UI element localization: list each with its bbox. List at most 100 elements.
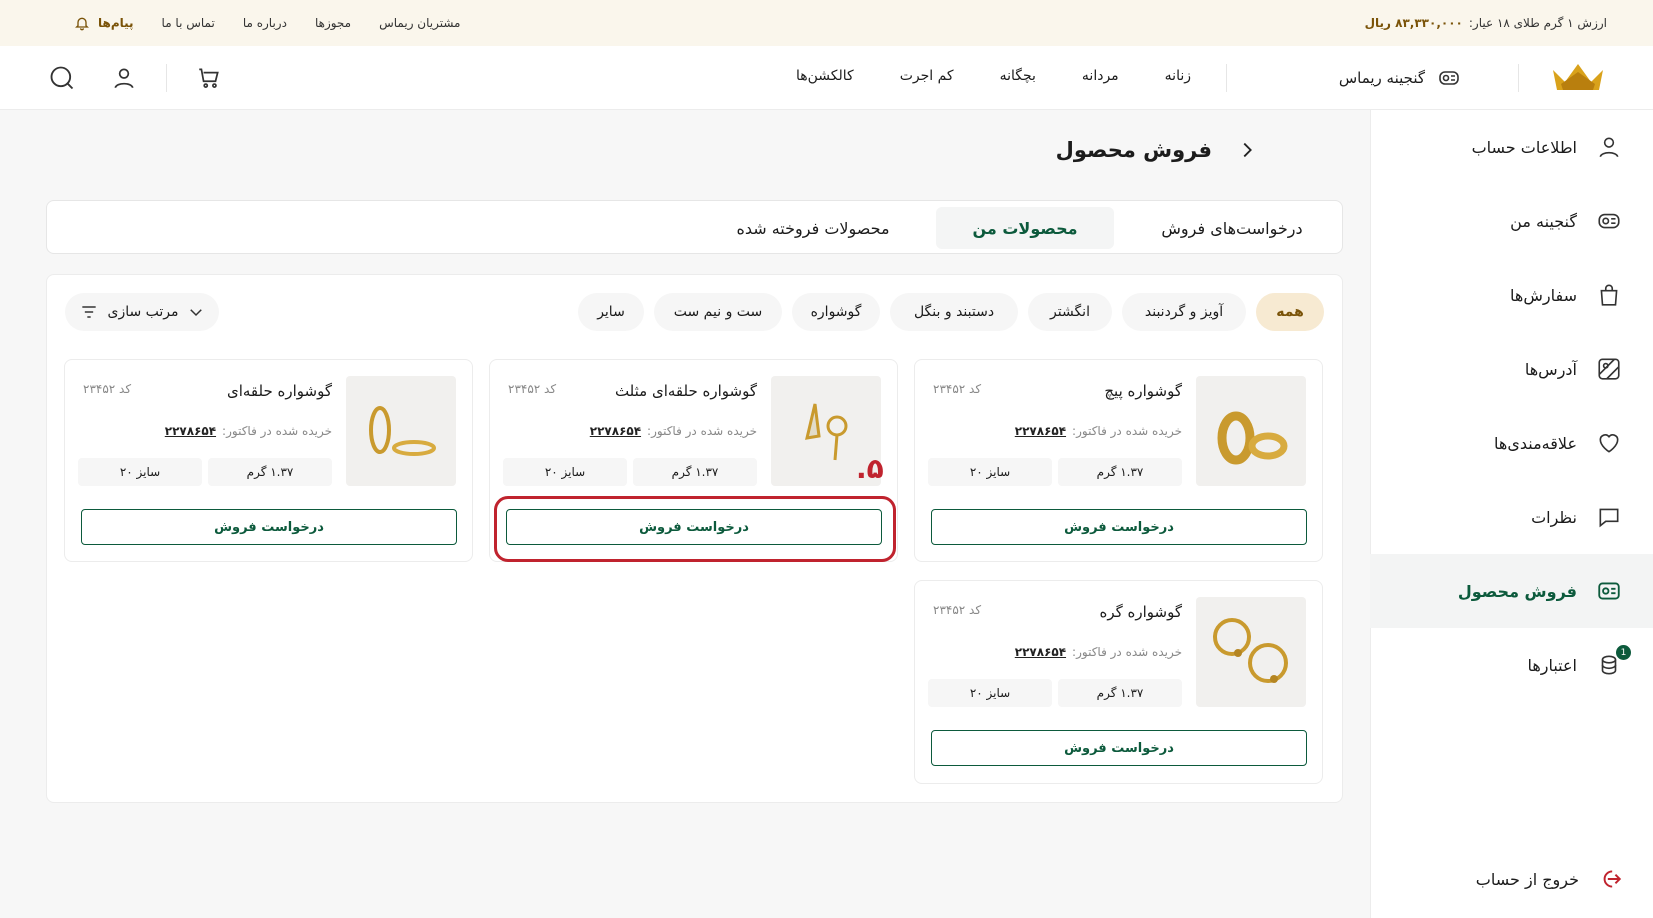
filter-chip-pendants[interactable]: آویز و گردنبند: [1122, 293, 1246, 331]
sidebar-item-my-treasure[interactable]: گنجینه من: [1370, 184, 1653, 258]
chevron-down-icon: [190, 309, 202, 317]
crown-logo[interactable]: [1551, 62, 1605, 96]
sale-request-button[interactable]: درخواست فروش: [931, 509, 1307, 545]
header-divider: [1226, 64, 1227, 92]
sidebar-item-label: فروش محصول: [1457, 581, 1577, 601]
sidebar-item-comments[interactable]: نظرات: [1370, 480, 1653, 554]
tab-sold-products[interactable]: محصولات فروخته شده: [714, 207, 912, 249]
tab-sale-requests[interactable]: درخواست‌های فروش: [1140, 207, 1324, 249]
size-pill: سایز ۲۰: [928, 458, 1052, 486]
sidebar-item-orders[interactable]: سفارش‌ها: [1370, 258, 1653, 332]
crown-logo-icon: [1553, 64, 1603, 90]
search-button[interactable]: [46, 62, 78, 94]
invoice-label: خریده شده در فاکتور:: [1072, 424, 1182, 438]
top-links: مشتریان ریماس مجوزها درباره ما تماس با م…: [46, 15, 460, 31]
filter-chip-sets[interactable]: ست و نیم ست: [654, 293, 782, 331]
nav-women[interactable]: زنانه: [1165, 68, 1191, 84]
earring-image-icon: [369, 406, 436, 456]
invoice-label: خریده شده در فاکتور:: [1072, 645, 1182, 659]
sort-dropdown[interactable]: مرتب سازی: [65, 293, 219, 331]
sidebar-item-credits[interactable]: 1 اعتبارها: [1370, 628, 1653, 702]
product-name: گوشواره حلقه‌ای: [226, 382, 332, 400]
heart-icon: [1595, 429, 1623, 457]
gold-price: ارزش ۱ گرم طلای ۱۸ عیار: ۸۳,۳۳۰,۰۰۰ ریال: [1365, 16, 1607, 30]
product-code: کد ۲۳۴۵۲: [83, 382, 132, 396]
sort-label: مرتب سازی: [107, 304, 179, 320]
account-sidebar: اطلاعات حساب گنجینه من سفارش‌ها آدرس‌ها …: [1370, 110, 1653, 918]
invoice-label: خریده شده در فاکتور:: [222, 424, 332, 438]
product-image[interactable]: [1196, 597, 1306, 707]
top-link-contact[interactable]: تماس با ما: [162, 16, 215, 30]
invoice-number[interactable]: ۲۲۷۸۶۵۴: [1015, 645, 1066, 659]
product-card: گوشواره پیچ کد ۲۳۴۵۲ خریده شده در فاکتور…: [914, 359, 1323, 562]
treasure-link[interactable]: گنجینه ریماس: [1339, 66, 1461, 90]
sidebar-item-addresses[interactable]: آدرس‌ها: [1370, 332, 1653, 406]
filter-chip-bracelets[interactable]: دستبند و بنگل: [890, 293, 1018, 331]
filter-chip-rings[interactable]: انگشتر: [1028, 293, 1112, 331]
invoice-number[interactable]: ۲۲۷۸۶۵۴: [165, 424, 216, 438]
top-link-customers[interactable]: مشتریان ریماس: [379, 16, 460, 30]
top-bar: ارزش ۱ گرم طلای ۱۸ عیار: ۸۳,۳۳۰,۰۰۰ ریال…: [0, 0, 1653, 46]
header-actions: [46, 62, 225, 94]
nav-collections[interactable]: کالکشن‌ها: [796, 68, 854, 84]
page-title-text: فروش محصول: [1055, 138, 1212, 162]
messages-link[interactable]: پیام‌ها: [74, 15, 134, 31]
top-link-licenses[interactable]: مجوزها: [315, 16, 351, 30]
sidebar-item-account-info[interactable]: اطلاعات حساب: [1370, 110, 1653, 184]
sidebar-item-label: اعتبارها: [1527, 655, 1577, 675]
account-button[interactable]: [108, 62, 140, 94]
gold-price-value: ۸۳,۳۳۰,۰۰۰ ریال: [1364, 16, 1463, 30]
sidebar-item-sell-product[interactable]: فروش محصول: [1370, 554, 1653, 628]
filter-chip-other[interactable]: سایر: [578, 293, 644, 331]
size-pill: سایز ۲۰: [78, 458, 202, 486]
cart-icon: [199, 68, 219, 88]
treasure-icon: [1439, 71, 1459, 85]
header-divider: [1518, 64, 1519, 92]
tutorial-highlight: [494, 496, 896, 562]
user-icon: [1595, 133, 1623, 161]
tab-my-products[interactable]: محصولات من: [936, 207, 1114, 249]
filter-chip-all[interactable]: همه: [1256, 293, 1324, 331]
coins-icon: 1: [1595, 645, 1631, 679]
weight-pill: ۱.۳۷ گرم: [1058, 679, 1182, 707]
logout-button[interactable]: خروج از حساب: [1476, 866, 1623, 892]
invoice-number[interactable]: ۲۲۷۸۶۵۴: [590, 424, 641, 438]
map-icon: [1595, 355, 1623, 383]
chevron-right-icon[interactable]: [1236, 139, 1258, 161]
invoice-label: خریده شده در فاکتور:: [647, 424, 757, 438]
nav-kids[interactable]: بچگانه: [1000, 68, 1036, 84]
page-title: فروش محصول: [1056, 138, 1258, 162]
cart-button[interactable]: [193, 62, 225, 94]
product-image[interactable]: [346, 376, 456, 486]
user-icon: [114, 68, 134, 89]
comment-icon: [1595, 503, 1623, 531]
product-code: کد ۲۳۴۵۲: [933, 603, 982, 617]
messages-label: پیام‌ها: [98, 16, 134, 30]
invoice-info: خریده شده در فاکتور: ۲۲۷۸۶۵۴: [165, 424, 332, 438]
sidebar-item-label: گنجینه من: [1510, 211, 1577, 231]
header-divider: [166, 64, 167, 92]
top-link-about[interactable]: درباره ما: [243, 16, 287, 30]
size-pill: سایز ۲۰: [928, 679, 1052, 707]
filter-lines-icon: [82, 306, 96, 318]
size-pill: سایز ۲۰: [503, 458, 627, 486]
product-image[interactable]: [1196, 376, 1306, 486]
product-name: گوشواره گره: [1099, 603, 1182, 621]
nav-men[interactable]: مردانه: [1082, 68, 1119, 84]
sale-request-button[interactable]: درخواست فروش: [81, 509, 457, 545]
sidebar-item-label: نظرات: [1531, 507, 1577, 527]
invoice-info: خریده شده در فاکتور: ۲۲۷۸۶۵۴: [590, 424, 757, 438]
nav-low-wage[interactable]: کم اجرت: [900, 68, 954, 84]
credits-badge: 1: [1616, 645, 1631, 660]
product-card: گوشواره حلقه‌ای کد ۲۳۴۵۲ خریده شده در فا…: [64, 359, 473, 562]
product-name: گوشواره پیچ: [1104, 382, 1182, 400]
sidebar-item-favorites[interactable]: علاقه‌مندی‌ها: [1370, 406, 1653, 480]
bell-icon: [75, 17, 89, 31]
weight-pill: ۱.۳۷ گرم: [208, 458, 332, 486]
sale-request-button[interactable]: درخواست فروش: [931, 730, 1307, 766]
invoice-number[interactable]: ۲۲۷۸۶۵۴: [1015, 424, 1066, 438]
main-nav: زنانه مردانه بچگانه کم اجرت کالکشن‌ها: [796, 68, 1191, 84]
tutorial-step-number: ۵.: [856, 452, 884, 485]
filter-chip-earrings[interactable]: گوشواره: [792, 293, 880, 331]
search-icon: [50, 66, 74, 90]
